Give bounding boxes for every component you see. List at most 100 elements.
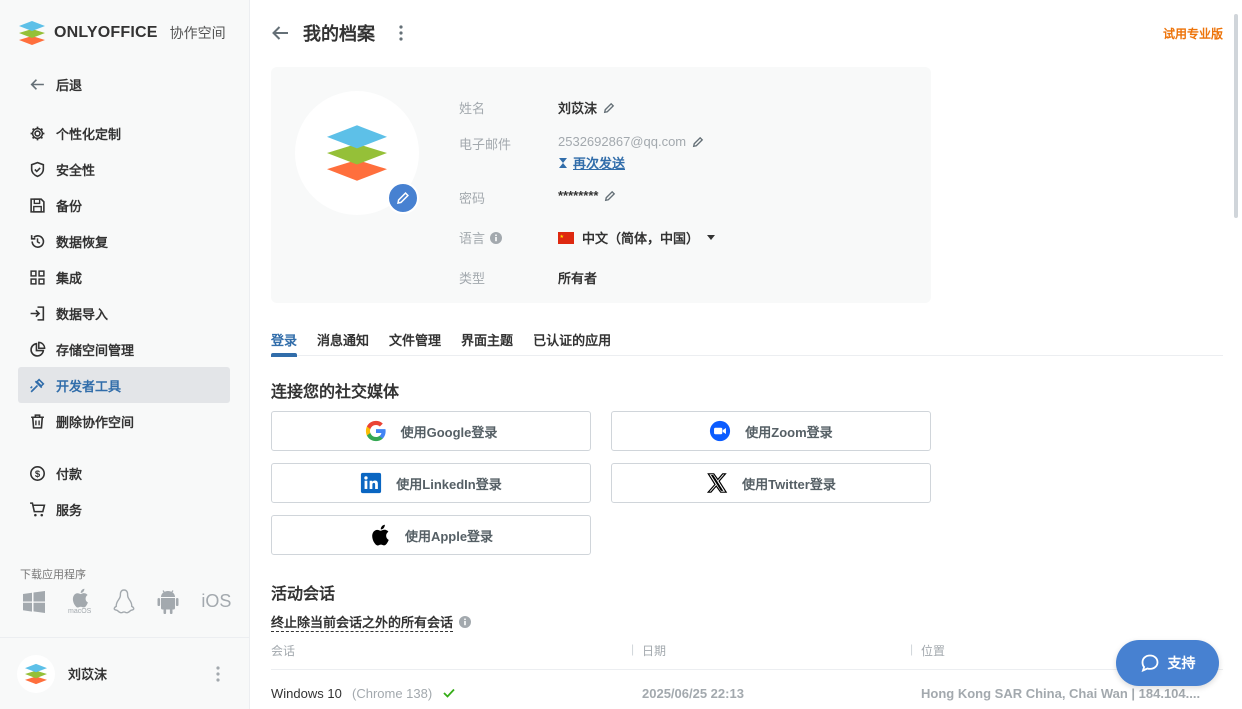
sidebar-item-label: 数据导入 — [56, 306, 109, 322]
language-value: 中文（简体，中国） — [582, 231, 700, 246]
sidebar: ONLYOFFICE 协作空间 后退 个性化定制 安全性 备份 数据恢复 集成 … — [0, 0, 250, 709]
cart-icon — [30, 501, 46, 516]
email-label: 电子邮件 — [459, 137, 512, 152]
brand-name: ONLYOFFICE — [54, 24, 158, 41]
google-login-button[interactable]: 使用Google登录 — [271, 411, 591, 451]
back-nav: 后退 — [18, 66, 230, 102]
language-selector[interactable]: ★ 中文（简体，中国） — [558, 228, 716, 247]
google-login-label: 使用Google登录 — [400, 424, 498, 440]
grid-icon — [30, 269, 45, 285]
download-apps: macOS iOS — [22, 588, 231, 615]
android-download[interactable] — [157, 589, 179, 615]
terminate-sessions-link[interactable]: 终止除当前会话之外的所有会话 — [271, 612, 454, 632]
linkedin-login-label: 使用LinkedIn登录 — [396, 476, 502, 492]
email-value-wrap: 2532692867@qq.com — [558, 134, 704, 149]
chat-bubble-icon — [1141, 654, 1158, 673]
name-value-wrap: 刘苡沫 — [558, 98, 615, 117]
sidebar-item-label: 安全性 — [56, 162, 96, 178]
macos-download[interactable]: macOS — [68, 588, 91, 615]
sidebar-item-payments[interactable]: $ 付款 — [18, 455, 230, 491]
scrollbar[interactable] — [1234, 14, 1238, 218]
tab-interface-theme[interactable]: 界面主题 — [461, 330, 513, 356]
user-name: 刘苡沫 — [68, 667, 108, 682]
save-icon — [30, 197, 45, 213]
password-value-wrap: ******** — [558, 188, 616, 203]
sidebar-item-developer-tools[interactable]: 开发者工具 — [18, 367, 230, 403]
onlyoffice-logo-icon — [25, 663, 47, 684]
sidebar-item-label: 删除协作空间 — [56, 414, 135, 430]
zoom-login-button[interactable]: 使用Zoom登录 — [611, 411, 931, 451]
info-icon[interactable] — [459, 616, 472, 628]
trash-icon — [31, 413, 44, 429]
password-label: 密码 — [459, 191, 486, 206]
apple-login-button[interactable]: 使用Apple登录 — [271, 515, 591, 555]
onlyoffice-logo-icon — [19, 21, 45, 45]
sidebar-item-label: 个性化定制 — [56, 126, 122, 142]
info-icon[interactable] — [490, 231, 503, 244]
dollar-icon: $ — [30, 465, 45, 481]
password-value: ******** — [558, 188, 599, 203]
download-apps-label: 下载应用程序 — [20, 569, 86, 581]
more-vertical-icon[interactable] — [399, 25, 403, 41]
sidebar-item-import[interactable]: 数据导入 — [18, 295, 230, 331]
column-divider[interactable]: | — [910, 642, 913, 656]
page-header: 我的档案 — [271, 20, 403, 46]
sidebar-item-label: 存储空间管理 — [56, 342, 135, 358]
col-location: 位置 — [921, 644, 946, 658]
pencil-icon[interactable] — [603, 102, 615, 114]
session-os: Windows 10 — [271, 686, 342, 701]
tab-login[interactable]: 登录 — [271, 330, 298, 357]
user-bar[interactable]: 刘苡沫 — [0, 637, 250, 709]
onlyoffice-logo-icon — [327, 125, 387, 181]
linux-download[interactable] — [113, 588, 135, 615]
windows-download[interactable] — [22, 590, 46, 614]
sidebar-item-services[interactable]: 服务 — [18, 491, 230, 527]
sidebar-item-label: 开发者工具 — [56, 378, 122, 394]
gear-icon — [30, 126, 45, 140]
macos-label: macOS — [68, 608, 92, 615]
logo[interactable]: ONLYOFFICE 协作空间 — [18, 20, 226, 46]
trial-pro-link[interactable]: 试用专业版 — [1163, 25, 1223, 42]
more-vertical-icon[interactable] — [216, 666, 220, 682]
sessions-section-title: 活动会话 — [271, 586, 336, 603]
edit-avatar-button[interactable] — [387, 182, 419, 214]
twitter-login-button[interactable]: 使用Twitter登录 — [611, 463, 931, 503]
support-label: 支持 — [1167, 655, 1196, 671]
tab-authorized-apps[interactable]: 已认证的应用 — [533, 330, 611, 356]
tab-notifications[interactable]: 消息通知 — [317, 330, 369, 356]
linkedin-login-button[interactable]: 使用LinkedIn登录 — [271, 463, 591, 503]
column-divider[interactable]: | — [631, 642, 634, 656]
avatar[interactable] — [17, 654, 55, 693]
sidebar-item-customization[interactable]: 个性化定制 — [18, 115, 230, 151]
sidebar-item-security[interactable]: 安全性 — [18, 151, 230, 187]
tab-file-management[interactable]: 文件管理 — [389, 330, 441, 356]
pencil-icon[interactable] — [692, 136, 704, 148]
support-button[interactable]: 支持 — [1116, 640, 1219, 686]
terminate-sessions: 终止除当前会话之外的所有会话 — [271, 612, 472, 632]
svg-text:$: $ — [35, 469, 41, 480]
pencil-icon[interactable] — [604, 190, 616, 202]
sidebar-item-delete-space[interactable]: 删除协作空间 — [18, 403, 230, 439]
restore-icon — [30, 234, 45, 248]
arrow-left-icon[interactable] — [271, 25, 289, 41]
profile-tabs: 登录 消息通知 文件管理 界面主题 已认证的应用 — [271, 330, 1223, 357]
ios-download[interactable]: iOS — [201, 591, 231, 612]
import-icon — [30, 305, 45, 321]
sidebar-item-restore[interactable]: 数据恢复 — [18, 223, 230, 259]
sidebar-item-backup[interactable]: 备份 — [18, 187, 230, 223]
developer-tools-icon — [30, 378, 45, 392]
sidebar-item-integration[interactable]: 集成 — [18, 259, 230, 295]
hourglass-icon — [559, 157, 567, 168]
linkedin-icon — [361, 472, 382, 494]
type-value: 所有者 — [558, 271, 598, 286]
zoom-icon — [710, 420, 731, 442]
china-flag-icon: ★ — [558, 232, 574, 244]
sidebar-item-storage[interactable]: 存储空间管理 — [18, 331, 230, 367]
sidebar-item-label: 备份 — [56, 198, 83, 214]
linux-icon — [113, 588, 135, 613]
resend-email-link[interactable]: 再次发送 — [558, 153, 625, 172]
brand-suffix: 协作空间 — [169, 25, 226, 41]
apple-login-label: 使用Apple登录 — [404, 528, 494, 544]
back-button[interactable]: 后退 — [18, 66, 230, 102]
windows-icon — [23, 590, 45, 613]
